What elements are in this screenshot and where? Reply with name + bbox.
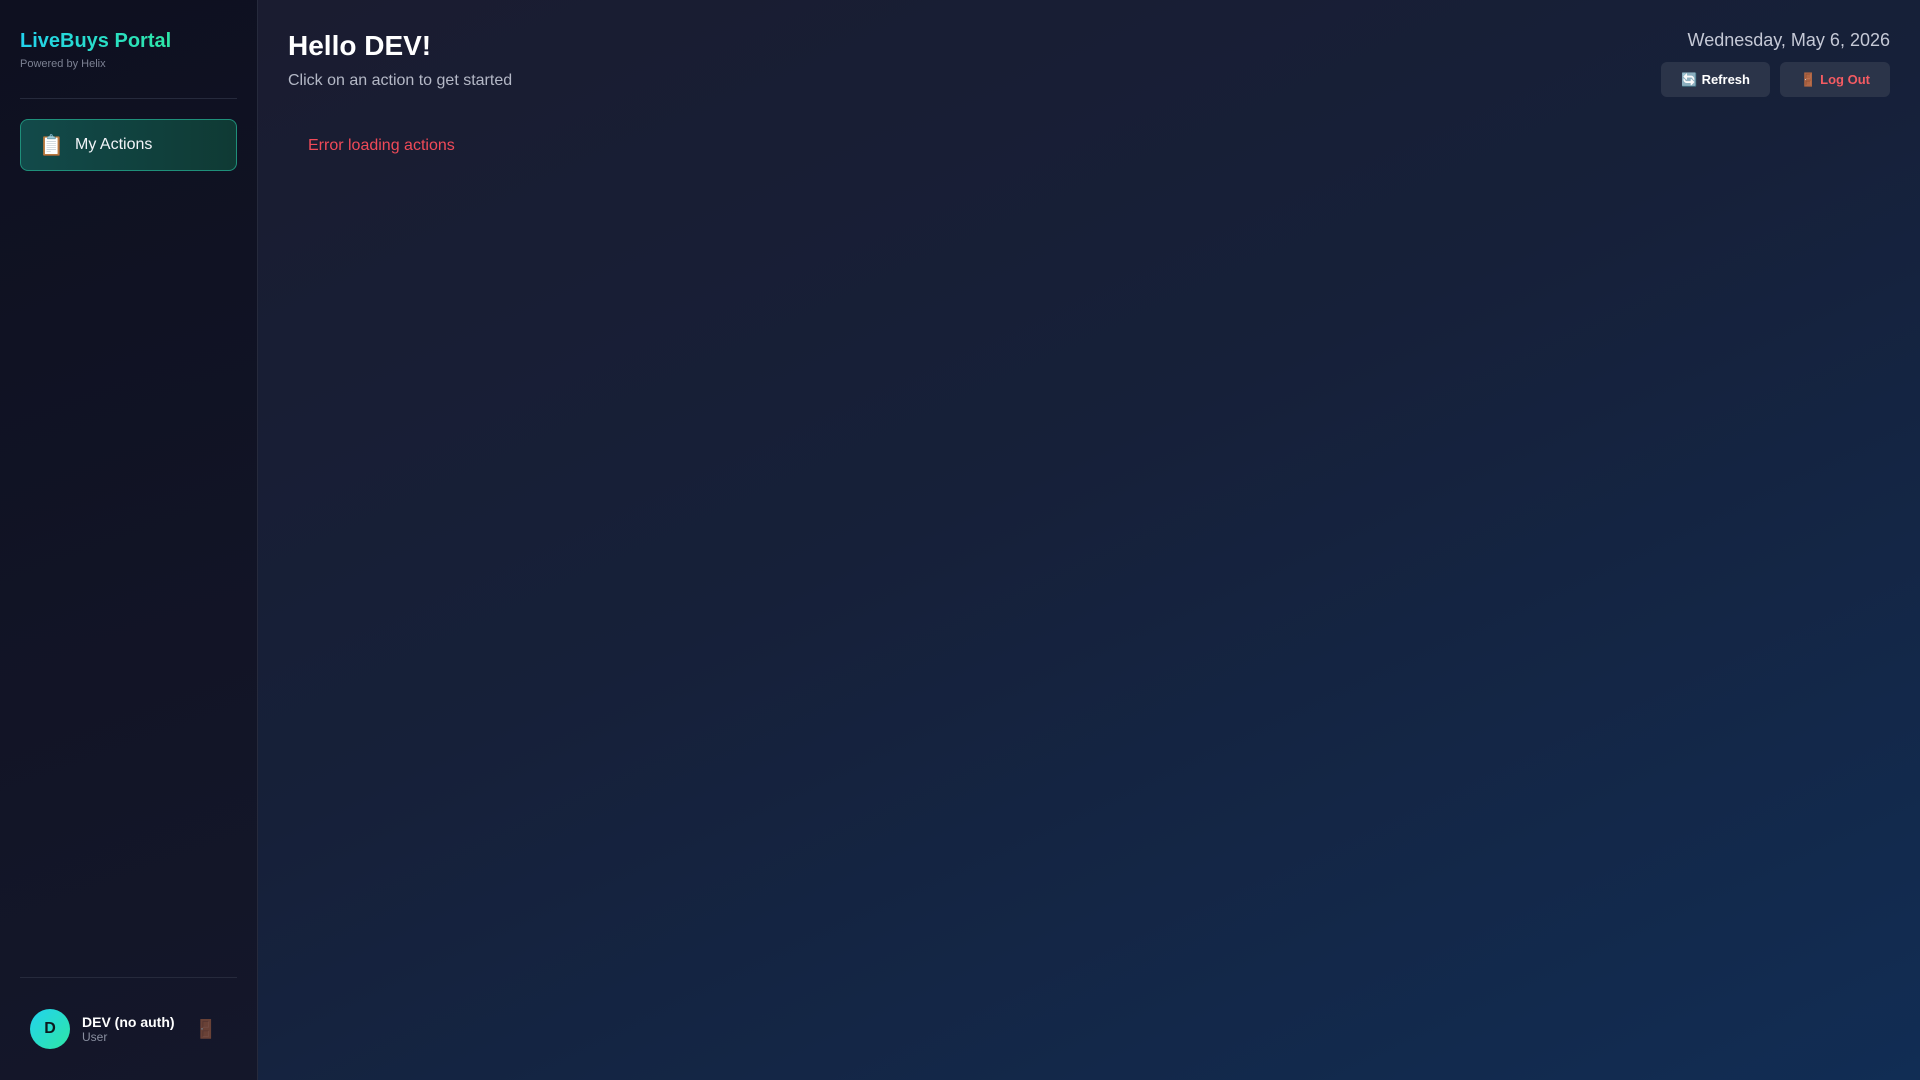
door-icon[interactable]: 🚪 bbox=[195, 1019, 217, 1040]
brand: LiveBuys Portal Powered by Helix bbox=[20, 0, 237, 99]
sidebar-item-my-actions[interactable]: 📋 My Actions bbox=[20, 119, 237, 171]
brand-title: LiveBuys Portal bbox=[20, 30, 172, 52]
refresh-icon: 🔄 bbox=[1681, 71, 1698, 87]
sidebar: LiveBuys Portal Powered by Helix 📋 My Ac… bbox=[0, 0, 258, 1080]
brand-subtitle: Powered by Helix bbox=[20, 58, 106, 70]
user-info: DEV (no auth) User bbox=[82, 1014, 195, 1044]
door-icon: 🚪 bbox=[1799, 71, 1817, 87]
page-subtitle: Click on an action to get started bbox=[288, 72, 513, 89]
header-actions: 🔄 Refresh 🚪 Log Out bbox=[1661, 62, 1890, 97]
page-title: Hello DEV! bbox=[288, 30, 432, 61]
user-role: User bbox=[82, 1030, 108, 1044]
app-root: LiveBuys Portal Powered by Helix 📋 My Ac… bbox=[0, 0, 1920, 1080]
user-name: DEV (no auth) bbox=[82, 1014, 175, 1030]
logout-label: Log Out bbox=[1820, 72, 1870, 87]
refresh-button[interactable]: 🔄 Refresh bbox=[1661, 62, 1770, 97]
avatar: D bbox=[30, 1009, 70, 1049]
header: Hello DEV! Click on an action to get sta… bbox=[288, 0, 1890, 97]
clipboard-icon: 📋 bbox=[39, 134, 64, 157]
header-right: Wednesday, May 6, 2026 🔄 Refresh 🚪 Log O… bbox=[1661, 30, 1890, 97]
current-date: Wednesday, May 6, 2026 bbox=[1687, 30, 1890, 50]
sidebar-item-label: My Actions bbox=[75, 136, 153, 153]
error-message: Error loading actions bbox=[308, 137, 455, 154]
user-profile: D DEV (no auth) User 🚪 bbox=[20, 977, 237, 1080]
header-left: Hello DEV! Click on an action to get sta… bbox=[288, 30, 512, 97]
logout-button[interactable]: 🚪 Log Out bbox=[1779, 62, 1890, 97]
main-content: Hello DEV! Click on an action to get sta… bbox=[258, 0, 1920, 1080]
refresh-label: Refresh bbox=[1701, 72, 1750, 87]
